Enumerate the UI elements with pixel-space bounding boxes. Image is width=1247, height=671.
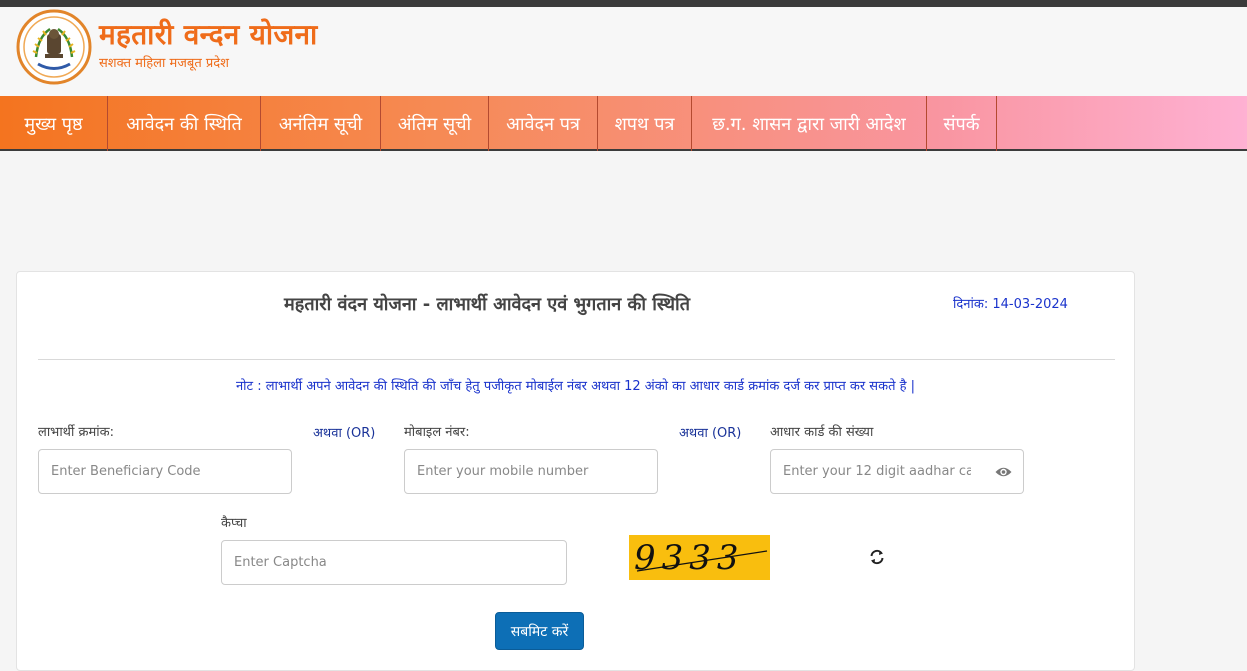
mobile-number-input[interactable]	[404, 449, 658, 494]
nav-item-final-list[interactable]: अंतिम सूची	[381, 96, 489, 151]
captcha-code: 9333	[634, 538, 768, 578]
mobile-label: मोबाइल नंबर:	[404, 425, 470, 440]
divider	[38, 359, 1115, 360]
captcha-label: कैप्चा	[221, 516, 247, 531]
date-label: दिनांक:	[953, 297, 989, 312]
site-tagline: सशक्त महिला मजबूत प्रदेश	[99, 56, 230, 71]
submit-button[interactable]: सबमिट करें	[495, 612, 584, 650]
form-title: महतारी वंदन योजना - लाभार्थी आवेदन एवं भ…	[284, 294, 690, 315]
status-form-card: महतारी वंदन योजना - लाभार्थी आवेदन एवं भ…	[16, 271, 1135, 671]
nav-item-application-status[interactable]: आवेदन की स्थिति	[108, 96, 261, 151]
beneficiary-code-input[interactable]	[38, 449, 292, 494]
top-strip	[0, 0, 1247, 7]
captcha-image: 9333	[629, 535, 770, 580]
eye-icon	[995, 467, 1011, 476]
instruction-note: नोट : लाभार्थी अपने आवेदन की स्थिति की ज…	[235, 379, 916, 394]
aadhar-number-input[interactable]	[770, 449, 984, 494]
nav-item-contact[interactable]: संपर्क	[927, 96, 997, 151]
refresh-icon[interactable]	[869, 549, 885, 565]
beneficiary-label: लाभार्थी क्रमांक:	[38, 425, 114, 440]
nav-item-govt-orders[interactable]: छ.ग. शासन द्वारा जारी आदेश	[692, 96, 927, 151]
main-nav: मुख्य पृष्ठ आवेदन की स्थिति अनंतिम सूची …	[0, 96, 1247, 151]
svg-text:9333: 9333	[634, 538, 745, 578]
site-header: महतारी वन्दन योजना सशक्त महिला मजबूत प्र…	[0, 7, 1247, 96]
date-value: 14-03-2024	[992, 297, 1068, 312]
nav-item-provisional-list[interactable]: अनंतिम सूची	[261, 96, 381, 151]
toggle-visibility-button[interactable]	[983, 449, 1024, 494]
or-separator: अथवा (OR)	[679, 426, 742, 441]
nav-item-home[interactable]: मुख्य पृष्ठ	[0, 96, 108, 151]
captcha-input[interactable]	[221, 540, 567, 585]
nav-item-affidavit[interactable]: शपथ पत्र	[598, 96, 692, 151]
aadhar-label: आधार कार्ड की संख्या	[770, 425, 874, 440]
date-display: दिनांक: 14-03-2024	[953, 294, 1068, 312]
nav-item-application-form[interactable]: आवेदन पत्र	[489, 96, 598, 151]
site-title: महतारी वन्दन योजना	[99, 18, 318, 51]
state-emblem-icon	[16, 9, 92, 85]
or-separator: अथवा (OR)	[313, 426, 376, 441]
